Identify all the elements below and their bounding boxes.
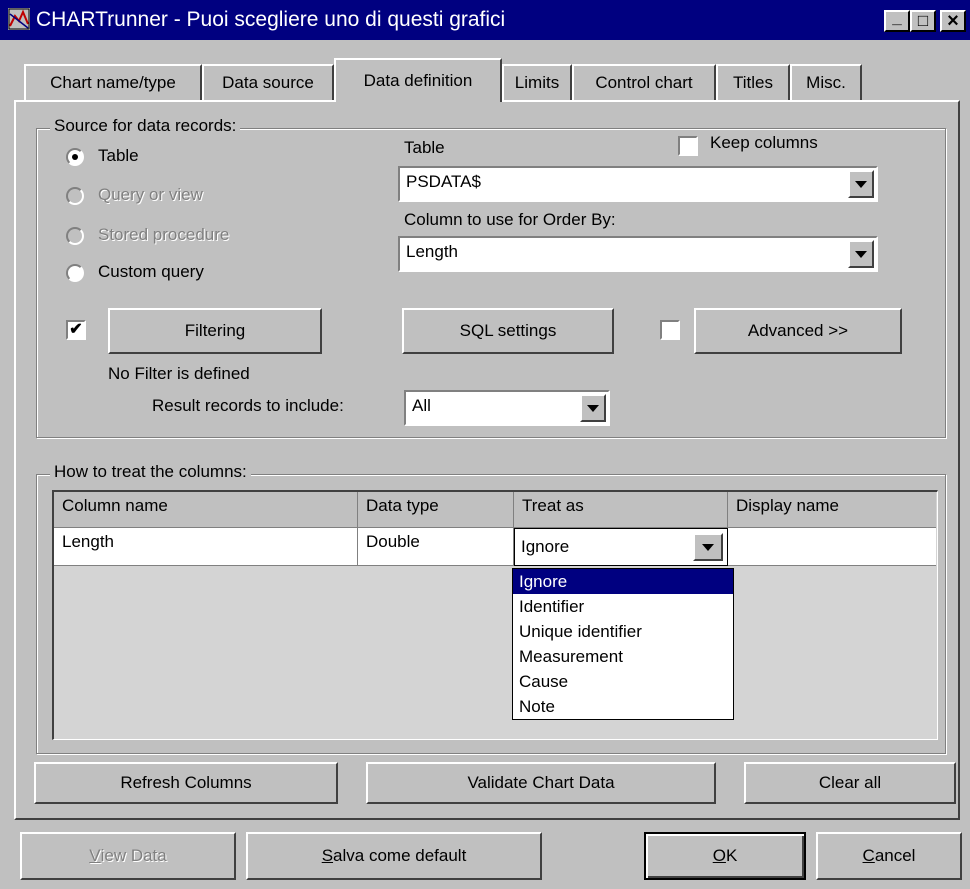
grid-header-data-type[interactable]: Data type <box>358 492 514 528</box>
validate-chart-data-label: Validate Chart Data <box>467 773 615 792</box>
order-by-label: Column to use for Order By: <box>404 210 616 229</box>
radio-query-or-view[interactable] <box>66 187 84 205</box>
table-select-value: PSDATA$ <box>406 172 481 191</box>
option-note[interactable]: Note <box>513 694 733 719</box>
grid-cell-column-name[interactable]: Length <box>54 528 358 566</box>
chevron-down-icon <box>855 250 867 258</box>
chevron-down-icon <box>855 180 867 188</box>
radio-custom-query[interactable] <box>66 264 84 282</box>
advanced-button[interactable]: Advanced >> <box>694 308 902 354</box>
refresh-columns-label: Refresh Columns <box>120 773 252 792</box>
title-bar: CHARTrunner - Puoi scegliere uno di ques… <box>0 0 970 40</box>
keep-columns-label: Keep columns <box>710 133 818 152</box>
source-group-label: Source for data records: <box>50 116 241 136</box>
sql-settings-button[interactable]: SQL settings <box>402 308 614 354</box>
ok-mnemonic: O <box>712 846 726 865</box>
tab-chart-name-type[interactable]: Chart name/type <box>24 64 202 100</box>
columns-group-label: How to treat the columns: <box>50 462 251 482</box>
treat-as-select[interactable]: Ignore <box>514 528 728 566</box>
tab-misc[interactable]: Misc. <box>790 64 862 100</box>
grid-cell-display-name[interactable] <box>728 528 936 566</box>
clear-all-label: Clear all <box>818 773 882 792</box>
radio-table[interactable] <box>66 148 84 166</box>
order-by-select-value: Length <box>406 242 458 261</box>
advanced-button-label: Advanced >> <box>747 321 849 340</box>
sql-settings-button-label: SQL settings <box>459 321 557 340</box>
tab-label: Chart name/type <box>50 73 176 92</box>
salva-default-button[interactable]: Salva come default <box>246 832 542 880</box>
chevron-down-icon <box>702 543 714 551</box>
radio-stored-procedure[interactable] <box>66 227 84 245</box>
cancel-button[interactable]: Cancel <box>816 832 962 880</box>
order-by-select[interactable]: Length <box>398 236 878 272</box>
table-dropdown-button[interactable] <box>848 170 874 198</box>
radio-stored-procedure-label: Stored procedure <box>98 225 230 244</box>
treat-as-dropdown-button[interactable] <box>693 533 723 561</box>
window-title: CHARTrunner - Puoi scegliere uno di ques… <box>36 8 506 31</box>
minimize-icon: _ <box>892 8 902 27</box>
refresh-columns-button[interactable]: Refresh Columns <box>34 762 338 804</box>
grid-header-column-name[interactable]: Column name <box>54 492 358 528</box>
tab-control-chart[interactable]: Control chart <box>572 64 716 100</box>
filtering-button-label: Filtering <box>184 321 246 340</box>
checkmark-icon: ✔ <box>69 321 83 338</box>
salva-label: alva come default <box>333 846 467 865</box>
table-label: Table <box>404 138 445 157</box>
cancel-label: ancel <box>874 846 916 865</box>
filtering-button[interactable]: Filtering <box>108 308 322 354</box>
ok-label: K <box>725 846 738 865</box>
tab-data-source[interactable]: Data source <box>202 64 334 100</box>
tab-data-definition[interactable]: Data definition <box>334 58 502 102</box>
close-button[interactable]: × <box>940 10 966 32</box>
view-data-button[interactable]: View Data <box>20 832 236 880</box>
tab-label: Limits <box>514 73 560 92</box>
tab-label: Titles <box>733 73 773 92</box>
maximize-icon: □ <box>917 11 929 30</box>
filter-status: No Filter is defined <box>108 364 250 383</box>
cancel-mnemonic: C <box>862 846 875 865</box>
radio-table-label: Table <box>98 146 139 165</box>
app-icon <box>8 8 30 30</box>
option-measurement[interactable]: Measurement <box>513 644 733 669</box>
validate-chart-data-button[interactable]: Validate Chart Data <box>366 762 716 804</box>
salva-mnemonic: S <box>321 846 334 865</box>
tab-label: Misc. <box>806 73 846 92</box>
tab-limits[interactable]: Limits <box>502 64 572 100</box>
radio-custom-query-label: Custom query <box>98 262 204 281</box>
filtering-checkbox[interactable]: ✔ <box>66 320 86 340</box>
view-data-mnemonic: V <box>89 846 101 865</box>
chevron-down-icon <box>587 404 599 412</box>
result-records-label: Result records to include: <box>152 396 344 415</box>
minimize-button[interactable]: _ <box>884 8 910 32</box>
grid-cell-data-type[interactable]: Double <box>358 528 514 566</box>
option-cause[interactable]: Cause <box>513 669 733 694</box>
tab-label: Control chart <box>595 73 693 92</box>
clear-all-button[interactable]: Clear all <box>744 762 956 804</box>
radio-query-or-view-label: Query or view <box>98 185 203 204</box>
result-records-dropdown-button[interactable] <box>580 394 606 422</box>
close-icon: × <box>947 9 959 32</box>
order-by-dropdown-button[interactable] <box>848 240 874 268</box>
view-data-label: iew Data <box>100 846 167 865</box>
maximize-button[interactable]: □ <box>910 10 936 32</box>
grid-header-treat-as[interactable]: Treat as <box>514 492 728 528</box>
treat-as-select-value: Ignore <box>521 537 570 556</box>
option-ignore[interactable]: Ignore <box>513 569 733 594</box>
tab-label: Data source <box>222 73 314 92</box>
option-identifier[interactable]: Identifier <box>513 594 733 619</box>
keep-columns-checkbox[interactable] <box>678 136 698 156</box>
advanced-checkbox[interactable] <box>660 320 680 340</box>
grid-header-display-name[interactable]: Display name <box>728 492 936 528</box>
option-unique-identifier[interactable]: Unique identifier <box>513 619 733 644</box>
tab-label: Data definition <box>363 71 473 90</box>
ok-button[interactable]: OK <box>644 832 806 880</box>
result-records-select-value: All <box>412 396 431 415</box>
result-records-select[interactable]: All <box>404 390 610 426</box>
tab-titles[interactable]: Titles <box>716 64 790 100</box>
treat-as-options-list: Ignore Identifier Unique identifier Meas… <box>512 568 734 720</box>
table-select[interactable]: PSDATA$ <box>398 166 878 202</box>
